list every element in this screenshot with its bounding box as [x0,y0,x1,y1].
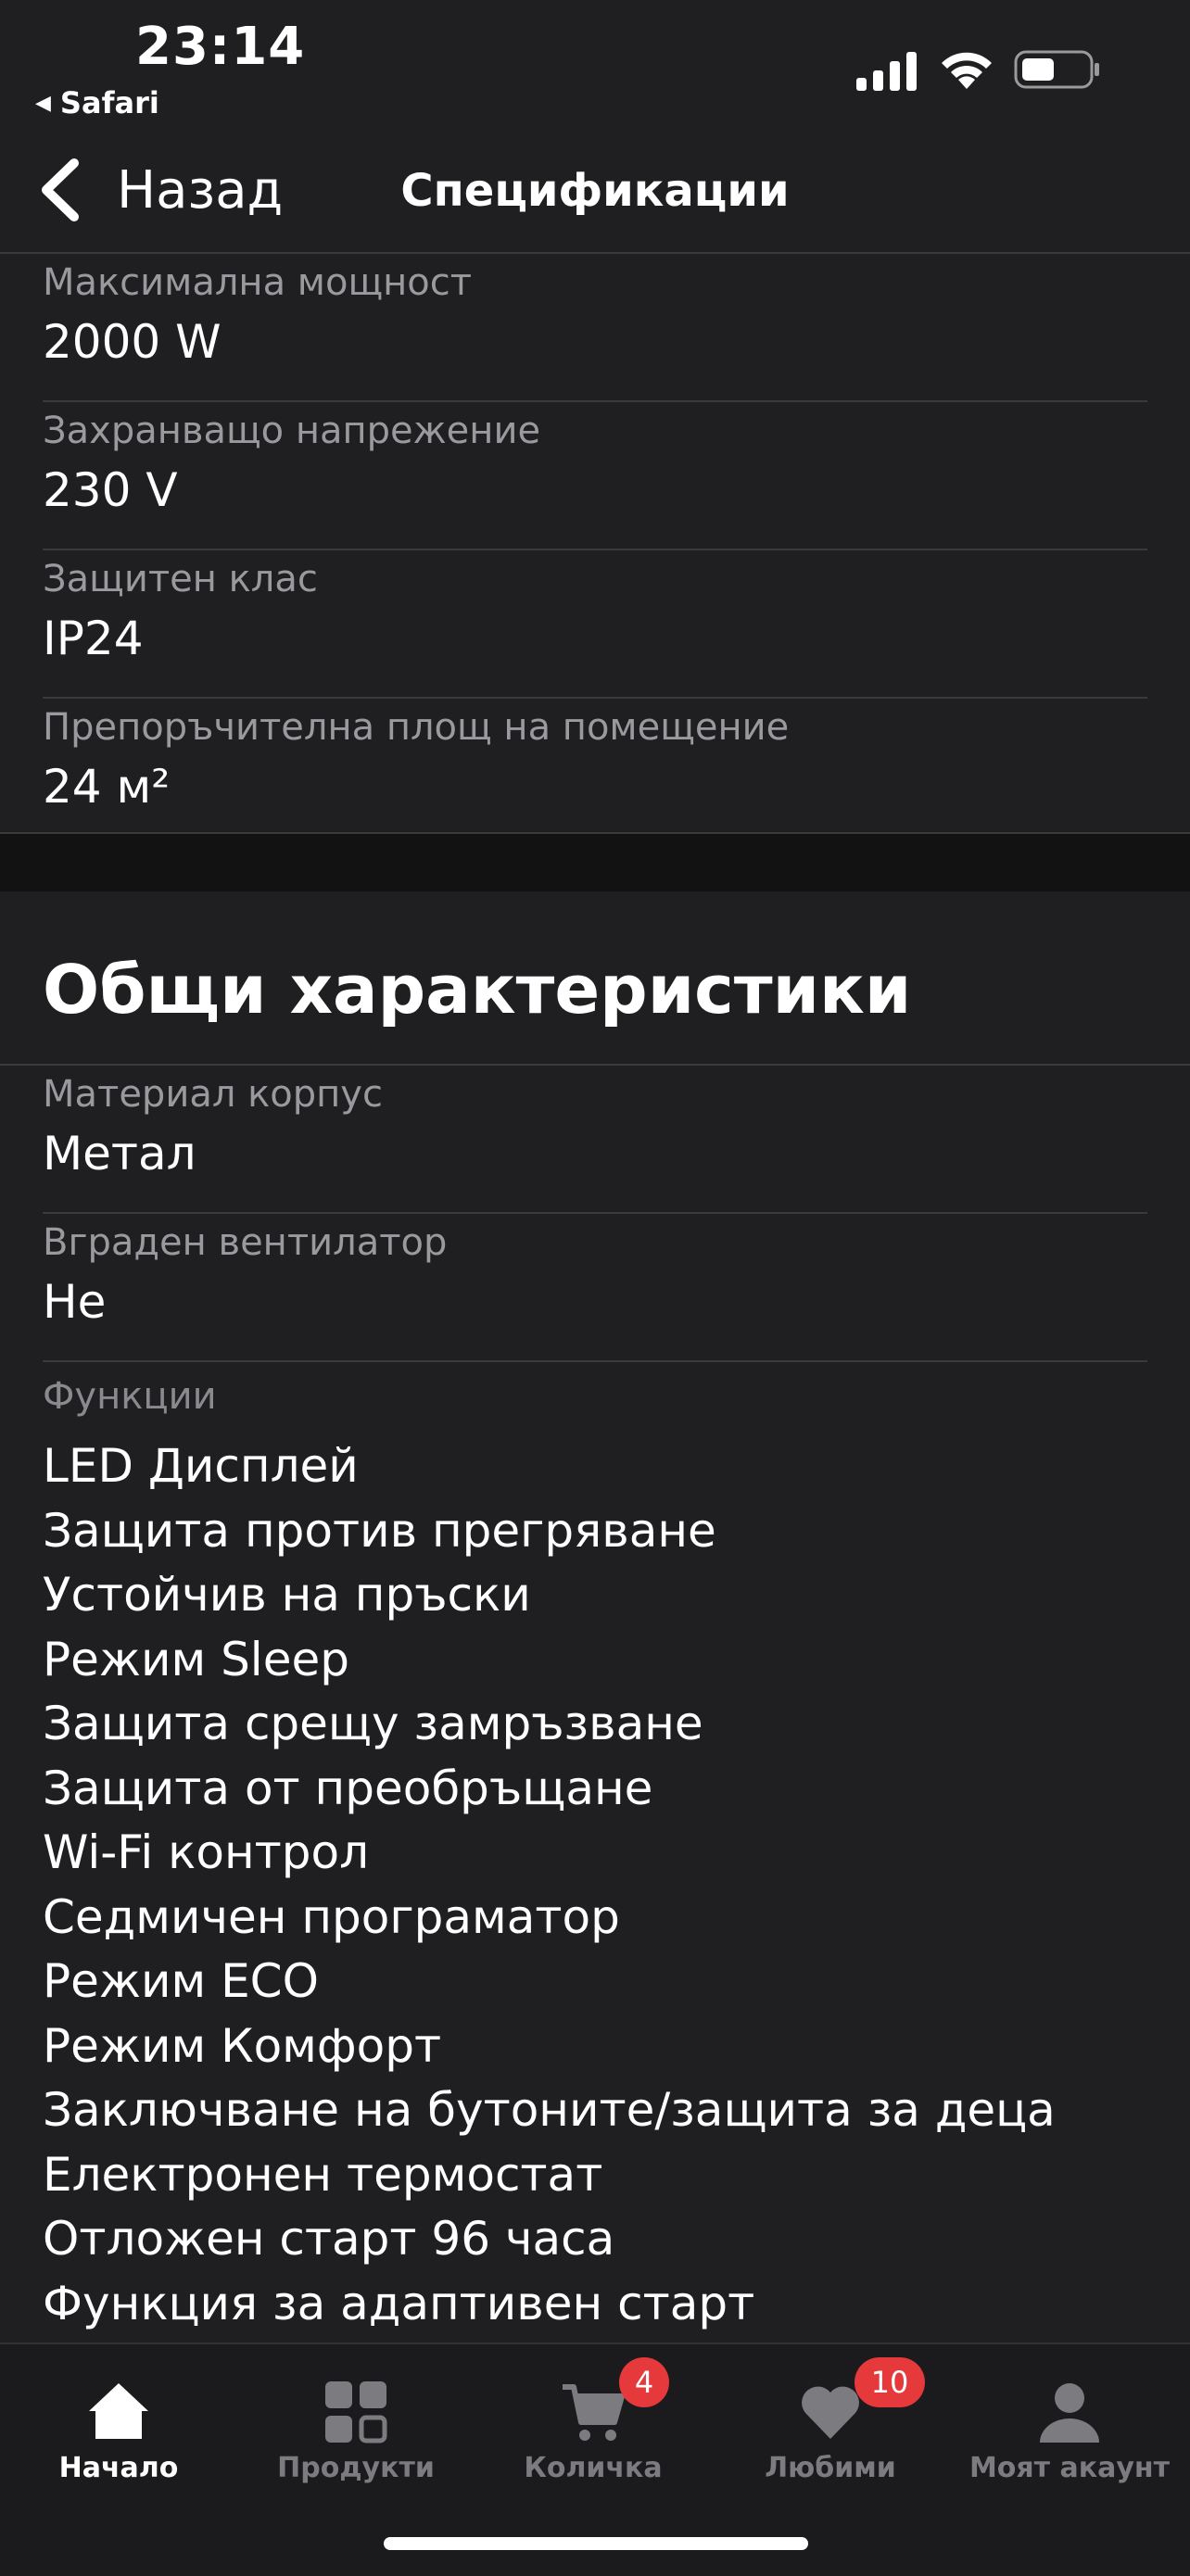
features-block: Функции LED Дисплей Защита против прегря… [43,1375,1056,2336]
back-to-safari-link[interactable]: ◀ Safari [35,85,159,120]
section-title-general: Общи характеристики [43,951,912,1029]
feature-item: Заключване на бутоните/защита за деца [43,2083,1056,2137]
feature-item: Wi-Fi контрол [43,1825,370,1879]
tab-label: Любими [765,2452,896,2484]
user-icon [1040,2383,1099,2443]
spec-value: Не [43,1275,107,1329]
tab-account[interactable]: Моят акаунт [949,2344,1190,2493]
spec-value: Метал [43,1127,196,1181]
home-icon [89,2383,148,2439]
spec-label: Препоръчителна площ на помещение [43,706,790,749]
cellular-signal-icon [856,52,917,91]
home-indicator[interactable] [384,2537,808,2550]
status-time: 23:14 [135,17,306,77]
spec-label: Материал корпус [43,1073,383,1116]
page-title: Спецификации [400,165,790,217]
tab-label: Продукти [277,2452,435,2484]
feature-item: Устойчив на пръски [43,1568,531,1622]
wifi-icon [942,52,992,89]
feature-item: Защита срещу замръзване [43,1697,703,1750]
spec-value: 24 м² [43,760,171,814]
feature-item: Режим ECO [43,1954,319,2008]
spec-label: Захранващо напрежение [43,410,541,452]
tab-products[interactable]: Продукти [237,2344,475,2493]
spec-row: Вграден вентилатор Не [43,1214,1147,1362]
spec-row: Защитен клас IP24 [43,550,1147,699]
features-label: Функции [43,1375,217,1418]
spec-row: Максимална мощност 2000 W [43,254,1147,402]
feature-item: Електронен термостат [43,2147,603,2202]
grid-icon [325,2381,387,2443]
specs-list-general: Материал корпус Метал Вграден вентилатор… [0,1066,1190,1362]
spec-row: Захранващо напрежение 230 V [43,402,1147,550]
spec-value: 230 V [43,463,178,517]
navigation-bar: Назад Спецификации [0,130,1190,254]
feature-item: Режим Комфорт [43,2018,442,2073]
feature-item: Защита против прегряване [43,1503,716,1558]
feature-item: Отложен старт 96 часа [43,2212,615,2266]
favorites-count-badge: 10 [855,2357,925,2407]
spec-value: 2000 W [43,315,222,369]
feature-item: Режим Sleep [43,1632,349,1686]
tab-label: Количка [524,2452,663,2484]
back-app-label: Safari [59,85,159,120]
specs-list-top: Максимална мощност 2000 W Захранващо нап… [0,254,1190,845]
cart-icon [563,2384,625,2441]
feature-item: Защита от преобръщане [43,1761,653,1815]
spec-row: Материал корпус Метал [43,1066,1147,1214]
spec-label: Максимална мощност [43,261,473,304]
battery-icon [1014,50,1099,89]
heart-icon [802,2386,859,2439]
spec-label: Защитен клас [43,558,318,600]
tab-favorites[interactable]: Любими 10 [712,2344,949,2493]
section-separator [0,832,1190,891]
status-bar: 23:14 ◀ Safari [0,0,1190,130]
tab-home[interactable]: Начало [0,2344,237,2493]
feature-item: LED Дисплей [43,1439,359,1493]
triangle-left-icon: ◀ [35,91,51,115]
cart-count-badge: 4 [619,2357,669,2407]
feature-item: Седмичен програматор [43,1889,620,1944]
spec-label: Вграден вентилатор [43,1221,448,1264]
feature-item: Функция за адаптивен старт [43,2276,755,2330]
spec-row: Препоръчителна площ на помещение 24 м² [43,699,1147,845]
tab-cart[interactable]: Количка 4 [475,2344,712,2493]
spec-value: IP24 [43,612,144,665]
tab-label: Моят акаунт [968,2452,1171,2484]
tab-label: Начало [58,2452,179,2484]
